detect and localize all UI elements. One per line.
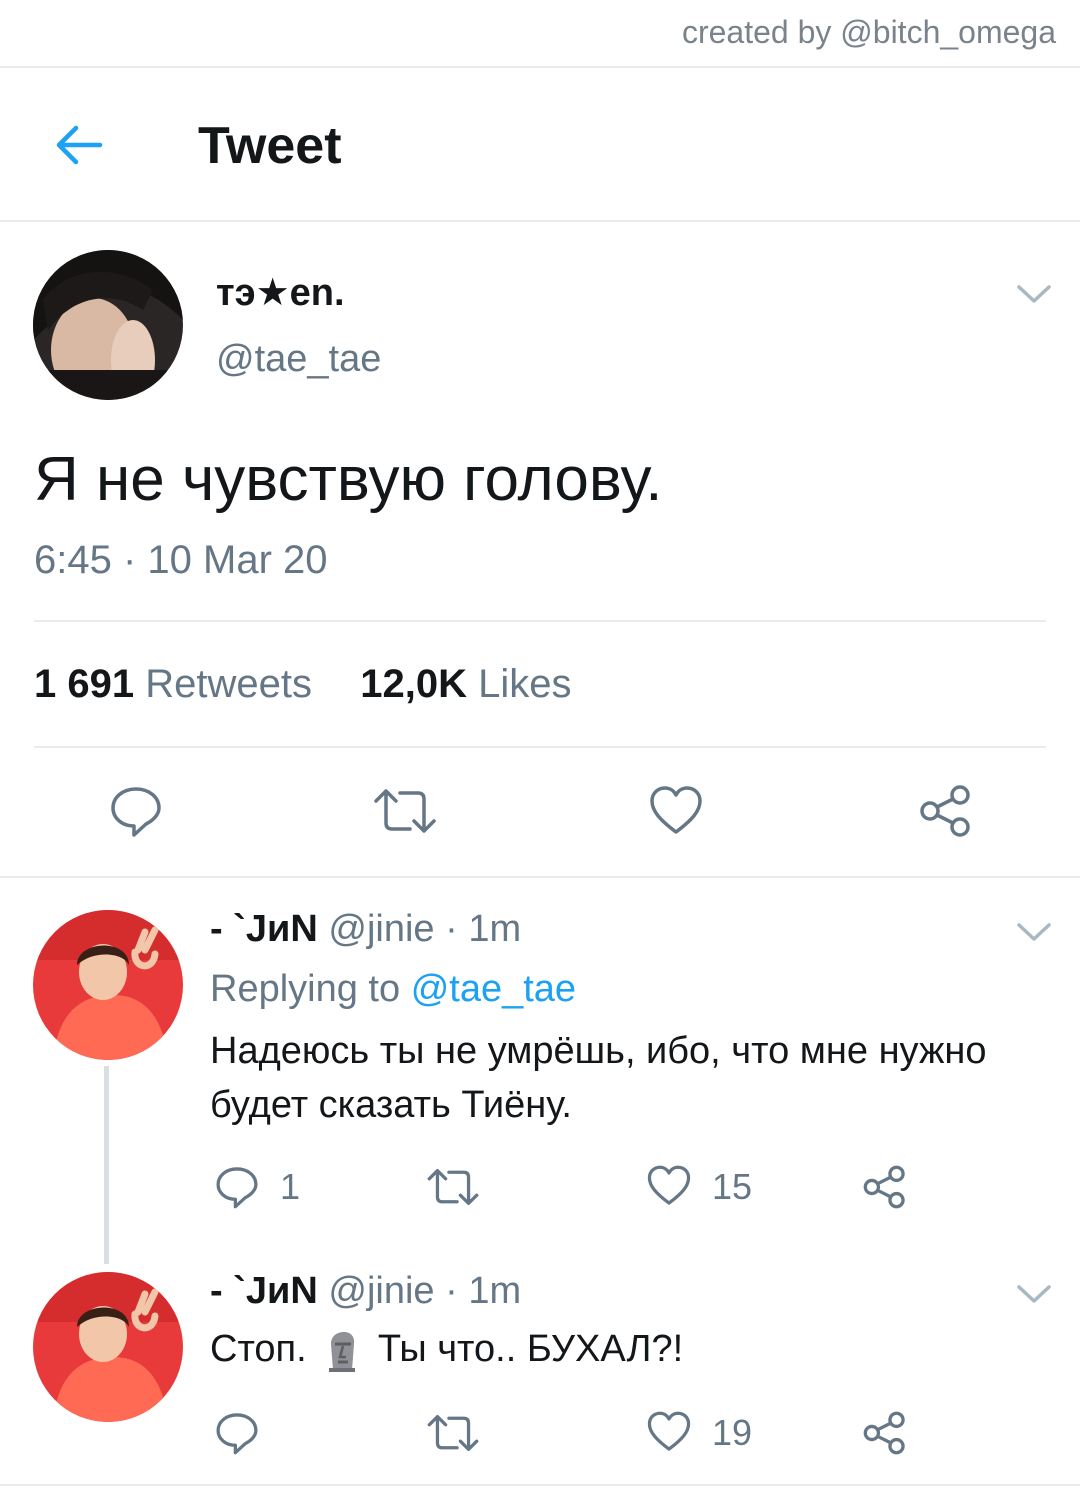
reply-header: - `JиN @jinie · 1m — [210, 1270, 521, 1313]
chevron-down-icon[interactable] — [1015, 1282, 1053, 1306]
reply-display-name[interactable]: - `JиN — [210, 908, 318, 950]
moai-emoji-icon — [329, 1331, 356, 1372]
divider — [0, 220, 1080, 222]
share-icon[interactable] — [862, 1410, 908, 1456]
reply-text-before: Стоп. — [210, 1328, 307, 1370]
reply-display-name[interactable]: - `JиN — [210, 1270, 318, 1312]
chevron-down-icon[interactable] — [1015, 282, 1053, 306]
watermark: created by @bitch_omega — [681, 14, 1056, 50]
comment-icon[interactable] — [214, 1410, 260, 1456]
tweet-timestamp[interactable]: 6:45 · 10 Mar 20 — [34, 538, 328, 583]
comment-icon[interactable] — [214, 1164, 260, 1210]
retweet-icon[interactable] — [426, 1164, 480, 1210]
like-count: 15 — [712, 1166, 753, 1207]
avatar[interactable] — [33, 910, 183, 1060]
replying-prefix: Replying to — [210, 968, 401, 1010]
chevron-down-icon[interactable] — [1015, 920, 1053, 944]
like-count: 19 — [712, 1412, 753, 1453]
likes-label[interactable]: Likes — [478, 662, 571, 706]
page-title: Tweet — [198, 117, 342, 175]
divider — [34, 620, 1046, 622]
reply-text: Стоп. Ты что.. БУХАЛ?! — [210, 1322, 1060, 1376]
heart-icon[interactable] — [646, 1410, 692, 1454]
retweet-icon[interactable] — [426, 1410, 480, 1456]
retweets-count[interactable]: 1 691 — [34, 662, 134, 706]
replying-handle-link[interactable]: @tae_tae — [411, 968, 576, 1010]
reply-meta[interactable]: @jinie · 1m — [328, 1270, 521, 1312]
divider — [0, 66, 1080, 68]
tweet-stats: 1 691 Retweets 12,0K Likes — [34, 662, 572, 707]
user-handle[interactable]: @tae_tae — [216, 338, 381, 381]
replying-to: Replying to @tae_tae — [210, 968, 576, 1011]
reply-text-after: Ты что.. БУХАЛ?! — [377, 1328, 684, 1370]
reply-text: Надеюсь ты не умрёшь, ибо, что мне нужно… — [210, 1030, 987, 1126]
arrow-left-icon[interactable] — [52, 118, 106, 172]
heart-icon[interactable] — [646, 1164, 692, 1208]
divider — [34, 746, 1046, 748]
reply-count: 1 — [280, 1166, 301, 1207]
heart-icon[interactable] — [648, 784, 704, 838]
retweets-label[interactable]: Retweets — [145, 662, 312, 706]
likes-count[interactable]: 12,0K — [360, 662, 467, 706]
share-icon[interactable] — [918, 783, 974, 839]
reply-header: - `JиN @jinie · 1m — [210, 908, 521, 951]
thread-line — [104, 1066, 109, 1264]
display-name[interactable]: тэ★еn. — [216, 270, 345, 315]
avatar[interactable] — [33, 1272, 183, 1422]
comment-icon[interactable] — [108, 783, 164, 839]
tweet-text: Я не чувствую голову. — [34, 445, 663, 514]
divider — [0, 1484, 1080, 1486]
avatar[interactable] — [33, 250, 183, 400]
retweet-icon[interactable] — [372, 783, 438, 839]
share-icon[interactable] — [862, 1164, 908, 1210]
divider — [0, 876, 1080, 878]
reply-meta[interactable]: @jinie · 1m — [328, 908, 521, 950]
